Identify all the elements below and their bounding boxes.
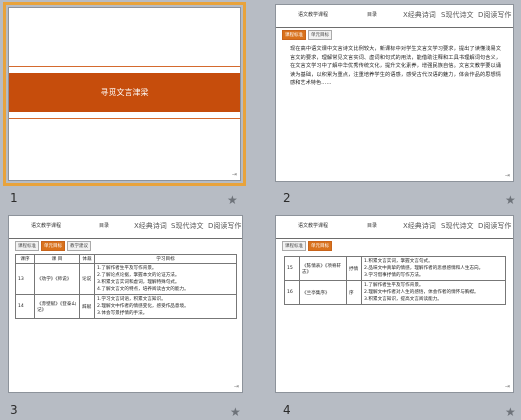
slide-2-paragraph: 现在高中语文课中文言诗文比例较大，新课标中对学生文言文学习要求，提出了读懂浅易文… — [290, 46, 501, 87]
header-btn-1: X经典诗词 — [403, 222, 436, 230]
header-btn-3: D阅读写作 — [208, 222, 242, 230]
slide-1-title-band: 寻觅文言津梁 — [9, 73, 240, 112]
slide-1-top-line — [9, 66, 240, 67]
tab-1: 课程标准 — [15, 241, 39, 251]
goal-line: 2.理解文中作者对人生的感悟，体会作者的情怀与胸襟。 — [364, 290, 479, 295]
header-left-label: 语文教学课程 — [298, 223, 329, 229]
header-mid-label: 目录 — [367, 12, 378, 18]
slide-3-header: 语文教学课程 目录 X经典诗词 S现代诗文 D阅读写作 — [9, 216, 242, 239]
slide-star-icon-3[interactable]: ★ — [230, 405, 241, 419]
row-id: 16 — [284, 280, 300, 305]
slide-star-icon-4[interactable]: ★ — [505, 405, 516, 419]
slide-star-icon-1[interactable]: ★ — [227, 193, 238, 207]
row-goals: 1.学习文言词语，积累文言知识。 2.理解文中作者的情感变化，感受作品意境。 3… — [94, 294, 237, 319]
header-left-label: 语文教学课程 — [298, 12, 329, 18]
table-row: 15 《陈情表》《项脊轩志》 抒情 1.积累文言实词，掌握文言句式。 2.品味文… — [284, 256, 506, 281]
goal-line: 1.积累文言实词，掌握文言句式。 — [364, 259, 433, 264]
row-genre: 序 — [346, 280, 362, 305]
slide-1-title: 寻觅文言津梁 — [100, 88, 149, 97]
row-title: 《劝学》《师说》 — [34, 263, 80, 295]
header-btn-3: D阅读写作 — [478, 11, 512, 19]
goal-line: 3.体会写景抒情的手法。 — [97, 311, 148, 316]
slide-thumbnail-4[interactable]: 语文教学课程 目录 X经典诗词 S现代诗文 D阅读写作 课程标准 单元目标 15… — [275, 215, 514, 393]
goal-line: 4.了解文言文的特点，培养阅读古文的能力。 — [97, 287, 189, 292]
slide-3-tabs: 课程标准 单元目标 教学建议 — [15, 241, 91, 251]
goal-line: 3.积累文言知识，提高文言阅读能力。 — [364, 297, 442, 302]
slide-star-icon-2[interactable]: ★ — [505, 193, 516, 207]
tab-2: 单元目标 — [308, 30, 332, 40]
slide-thumbnail-3[interactable]: 语文教学课程 目录 X经典诗词 S现代诗文 D阅读写作 课程标准 单元目标 教学… — [8, 215, 243, 393]
slide-number-1: 1 — [10, 191, 18, 205]
row-id: 13 — [15, 263, 35, 295]
slide-2-tabs: 课程标准 单元目标 — [282, 30, 332, 40]
tab-1: 课程标准 — [282, 241, 306, 251]
goal-line: 2.了解论点论据，掌握本文的论证方法。 — [97, 273, 180, 278]
table-header-row: 课序 课 目 体裁 学习目标 — [15, 254, 237, 264]
header-btn-2: S现代诗文 — [441, 11, 474, 19]
slide-1-bottom-line — [9, 118, 240, 119]
slide-thumbnail-1[interactable]: 寻觅文言津梁 ⇥ — [3, 2, 246, 186]
table-row: 14 《赤壁赋》《登泰山记》 辞赋 1.学习文言词语，积累文言知识。 2.理解文… — [15, 294, 237, 319]
col-header-genre: 体裁 — [79, 254, 95, 264]
slide-thumbnail-2[interactable]: 语文教学课程 目录 X经典诗词 S现代诗文 D阅读写作 课程标准 单元目标 现在… — [275, 4, 514, 182]
row-title: 《兰亭集序》 — [299, 280, 347, 305]
col-header-goals: 学习目标 — [94, 254, 237, 264]
row-id: 14 — [15, 294, 35, 319]
header-btn-1: X经典诗词 — [403, 11, 436, 19]
row-title: 《赤壁赋》《登泰山记》 — [34, 294, 80, 319]
slide-transition-icon: ⇥ — [504, 383, 510, 390]
slide-number-3: 3 — [10, 403, 18, 417]
slide-number-4: 4 — [283, 403, 291, 417]
goal-line: 1.学习文言词语，积累文言知识。 — [97, 297, 166, 302]
row-goals: 1.了解作者生平及写作背景。 2.了解论点论据，掌握本文的论证方法。 3.积累文… — [94, 263, 237, 295]
slide-number-2: 2 — [283, 191, 291, 205]
tab-3: 教学建议 — [67, 241, 91, 251]
row-genre: 论说 — [79, 263, 95, 295]
table-row: 13 《劝学》《师说》 论说 1.了解作者生平及写作背景。 2.了解论点论据，掌… — [15, 263, 237, 295]
slide-transition-icon: ⇥ — [231, 171, 237, 178]
header-btn-1: X经典诗词 — [134, 222, 167, 230]
col-header-title: 课 目 — [34, 254, 80, 264]
slide-2-header: 语文教学课程 目录 X经典诗词 S现代诗文 D阅读写作 — [276, 5, 513, 28]
header-btn-2: S现代诗文 — [441, 222, 474, 230]
slide-transition-icon: ⇥ — [233, 383, 239, 390]
goal-line: 3.积累文言实词和虚词，理解特殊句式。 — [97, 280, 180, 285]
header-btn-2: S现代诗文 — [171, 222, 204, 230]
row-genre: 抒情 — [346, 256, 362, 281]
header-mid-label: 目录 — [99, 223, 110, 229]
row-goals: 1.了解作者生平及写作背景。 2.理解文中作者对人生的感悟，体会作者的情怀与胸襟… — [361, 280, 506, 305]
slide-4-goals-table: 15 《陈情表》《项脊轩志》 抒情 1.积累文言实词，掌握文言句式。 2.品味文… — [284, 256, 506, 305]
row-goals: 1.积累文言实词，掌握文言句式。 2.品味文中真挚的情感，理解作者的思想感情和人… — [361, 256, 506, 281]
goal-line: 1.了解作者生平及写作背景。 — [97, 266, 157, 271]
slide-4-header: 语文教学课程 目录 X经典诗词 S现代诗文 D阅读写作 — [276, 216, 513, 239]
goal-line: 2.品味文中真挚的情感，理解作者的思想感情和人生志向。 — [364, 266, 484, 271]
slide-3-goals-table: 课序 课 目 体裁 学习目标 13 《劝学》《师说》 论说 1.了解作者生平及写… — [15, 254, 237, 319]
tab-2: 单元目标 — [308, 241, 332, 251]
slide-4-tabs: 课程标准 单元目标 — [282, 241, 332, 251]
table-row: 16 《兰亭集序》 序 1.了解作者生平及写作背景。 2.理解文中作者对人生的感… — [284, 280, 506, 305]
col-header-id: 课序 — [15, 254, 35, 264]
row-title: 《陈情表》《项脊轩志》 — [299, 256, 347, 281]
goal-line: 1.了解作者生平及写作背景。 — [364, 283, 424, 288]
row-genre: 辞赋 — [79, 294, 95, 319]
row-id: 15 — [284, 256, 300, 281]
tab-1: 课程标准 — [282, 30, 306, 40]
header-btn-3: D阅读写作 — [478, 222, 512, 230]
header-left-label: 语文教学课程 — [31, 223, 62, 229]
slide-transition-icon: ⇥ — [504, 172, 510, 179]
goal-line: 3.学习借事抒情的写作方法。 — [364, 273, 424, 278]
header-mid-label: 目录 — [367, 223, 378, 229]
goal-line: 2.理解文中作者的情感变化，感受作品意境。 — [97, 304, 189, 309]
tab-2: 单元目标 — [41, 241, 65, 251]
